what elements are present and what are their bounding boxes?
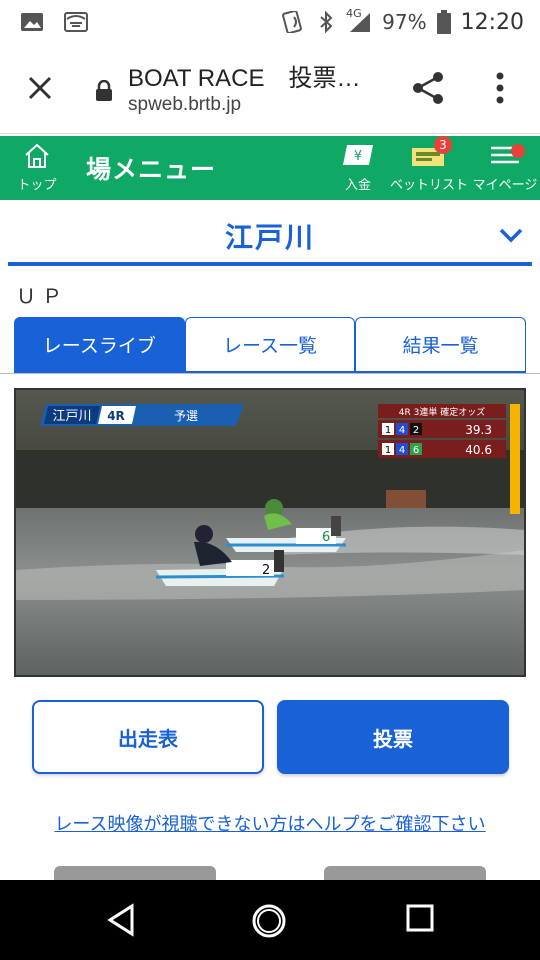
back-icon[interactable] [104,902,140,938]
close-icon[interactable] [24,72,56,104]
page-title: BOAT RACE 投票… [128,65,361,92]
battery-icon [436,10,451,34]
menu-title: 場メニュー [86,155,217,184]
system-nav-bar [0,880,540,960]
tab-results[interactable]: 結果一覧 [355,317,527,371]
help-link[interactable]: レース映像が視聴できない方はヘルプをご確認下さい [0,810,540,836]
network-type: 4G [346,7,362,20]
venue-nav-bar: トップ 場メニュー ¥ 入金 3 ベットリスト マイページ [0,136,540,200]
tab-race-list[interactable]: レース一覧 [184,317,356,371]
home-button[interactable]: トップ [12,142,62,193]
overlay-stage: 予選 [174,409,198,423]
race-tabs: レースライブ レース一覧 結果一覧 [14,317,527,373]
odds-1-b: 4 [399,425,405,436]
mypage-label: マイページ [472,178,538,193]
betlist-badge: 3 [434,136,452,154]
deposit-icon: ¥ [343,145,373,165]
betlist-label: ベットリスト [390,178,469,193]
lock-icon [96,80,112,101]
recents-icon[interactable] [404,902,436,934]
next-button-peek-right [324,866,486,880]
app-root: 4G 97% 12:20 BOAT RACE 投票… spweb.brtb.jp [0,0,540,960]
battery-percent: 97% [382,10,427,34]
home-circle-icon[interactable] [250,902,288,940]
entry-table-button[interactable]: 出走表 [32,700,264,774]
odds-1-c: 2 [413,425,419,436]
image-icon [21,13,43,31]
betlist-button[interactable]: 3 ベットリスト [390,136,469,193]
url-text[interactable]: spweb.brtb.jp [128,94,241,116]
cast-icon [64,12,88,32]
video-frame: 6 2 江戸川 4R 予選 4R 3連単 確定オッズ 1 4 2 39.3 1 … [16,390,524,675]
deposit-label: 入金 [344,178,371,193]
next-button-peek-left [54,866,216,880]
odds-2-a: 1 [385,445,391,456]
home-icon [25,143,49,168]
nfc-icon [282,11,303,33]
odds-2-value: 40.6 [465,443,492,457]
status-bar: 4G 97% 12:20 [0,0,540,44]
deposit-button[interactable]: ¥ 入金 [336,142,380,193]
odds-2-c: 6 [413,445,419,456]
divider [0,373,540,374]
browser-toolbar: BOAT RACE 投票… spweb.brtb.jp [0,44,540,134]
race-banner: 江戸川 4R 予選 [40,404,244,426]
overlay-venue: 江戸川 [52,409,91,424]
clock: 12:20 [460,9,524,35]
svg-text:¥: ¥ [354,149,362,164]
boat-6-number: 6 [322,530,330,545]
share-icon[interactable] [410,70,446,106]
overlay-race: 4R [107,409,125,423]
venue-selector[interactable]: 江戸川 [8,200,532,266]
chevron-down-icon[interactable] [498,226,524,244]
bluetooth-icon [320,11,333,33]
odds-header: 4R 3連単 確定オッズ [399,406,485,418]
tab-race-live[interactable]: レースライブ [14,317,185,371]
up-label: ＵＰ [16,284,68,308]
race-video[interactable]: 6 2 江戸川 4R 予選 4R 3連単 確定オッズ 1 4 2 39.3 1 … [14,388,526,677]
odds-1-value: 39.3 [465,423,492,437]
boat-2-number: 2 [262,563,270,578]
notification-dot [511,144,525,158]
mypage-button[interactable]: マイページ [472,142,538,193]
vote-button[interactable]: 投票 [277,700,509,774]
more-vert-icon[interactable] [490,70,510,106]
odds-1-a: 1 [385,425,391,436]
home-label: トップ [17,178,57,193]
venue-name: 江戸川 [224,221,315,254]
odds-2-b: 4 [399,445,405,456]
